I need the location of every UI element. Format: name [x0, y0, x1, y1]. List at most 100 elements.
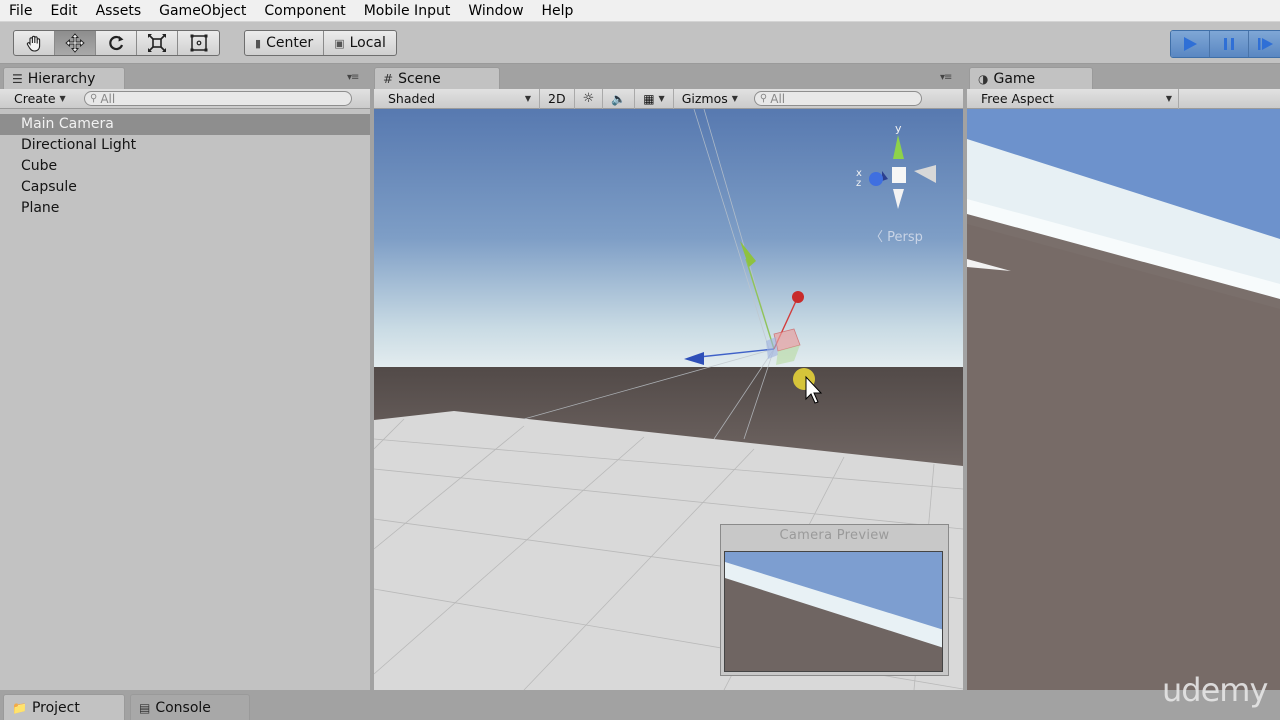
menu-file[interactable]: File — [0, 1, 41, 21]
menu-window[interactable]: Window — [459, 1, 532, 21]
play-icon — [1184, 37, 1197, 51]
dropdown-arrow-icon: ▼ — [1165, 94, 1172, 103]
game-render — [967, 109, 1280, 690]
transform-tools — [13, 30, 220, 56]
menu-bar: File Edit Assets GameObject Component Mo… — [0, 0, 1280, 22]
hierarchy-panel: ☰ Hierarchy ▾≡ Create ▼ ⚲ All Main Camer… — [0, 65, 370, 690]
pivot-center-toggle[interactable]: ▮ Center — [245, 31, 325, 55]
dropdown-arrow-icon: ▼ — [658, 94, 665, 103]
hierarchy-item-directional-light[interactable]: Directional Light — [0, 135, 370, 156]
scene-tab-strip: # Scene ▾≡ — [374, 65, 963, 89]
scene-panel-menu-icon[interactable]: ▾≡ — [940, 72, 952, 83]
step-button[interactable] — [1249, 31, 1280, 57]
udemy-watermark: udemy — [1162, 671, 1268, 709]
console-icon: ▤ — [139, 700, 151, 715]
aspect-label: Free Aspect — [981, 91, 1054, 106]
effects-dropdown[interactable]: ▦ ▼ — [635, 88, 674, 109]
panel-menu-icon[interactable]: ▾≡ — [347, 72, 359, 83]
console-tab-label: Console — [155, 699, 211, 716]
pivot-controls: ▮ Center ▣ Local — [244, 30, 397, 56]
search-icon: ⚲ — [90, 93, 98, 104]
aspect-dropdown[interactable]: Free Aspect ▼ — [967, 88, 1179, 109]
camera-preview-title: Camera Preview — [779, 528, 890, 543]
pause-icon — [1224, 38, 1234, 50]
pivot-local-label: Local — [349, 35, 386, 51]
pivot-center-label: Center — [266, 35, 314, 51]
hierarchy-search-placeholder: All — [100, 91, 116, 106]
scene-search-placeholder: All — [770, 91, 786, 106]
lighting-toggle-button[interactable]: ☼ — [575, 88, 604, 109]
image-effects-icon: ▦ — [643, 91, 655, 106]
create-label: Create — [14, 91, 56, 106]
axis-y-label: y — [895, 122, 902, 135]
game-viewport[interactable] — [967, 109, 1280, 690]
project-tab-label: Project — [31, 699, 80, 716]
axis-z-label: z — [856, 178, 861, 189]
menu-edit[interactable]: Edit — [41, 1, 86, 21]
game-panel: ◑ Game Free Aspect ▼ — [967, 65, 1280, 690]
tab-game[interactable]: ◑ Game — [969, 67, 1093, 89]
tab-hierarchy[interactable]: ☰ Hierarchy — [3, 67, 125, 89]
shading-mode-dropdown[interactable]: Shaded ▼ — [374, 88, 540, 109]
scale-icon — [147, 33, 167, 53]
game-tab-strip: ◑ Game — [967, 65, 1280, 89]
pause-button[interactable] — [1210, 31, 1249, 57]
hierarchy-tab-strip: ☰ Hierarchy ▾≡ — [0, 65, 370, 89]
create-dropdown[interactable]: Create ▼ — [0, 91, 75, 106]
gizmos-dropdown[interactable]: Gizmos ▼ — [674, 89, 746, 109]
audio-toggle-button[interactable]: 🔈 — [603, 88, 636, 109]
menu-component[interactable]: Component — [255, 1, 354, 21]
hierarchy-item-main-camera[interactable]: Main Camera — [0, 114, 370, 135]
scene-grid-icon: # — [383, 71, 394, 86]
gizmos-label: Gizmos — [681, 91, 728, 106]
scene-viewport[interactable]: y x z 〈 Persp Camera Preview — [374, 109, 963, 690]
hand-icon — [26, 35, 41, 52]
scale-tool-button[interactable] — [137, 31, 178, 55]
2d-toggle-button[interactable]: 2D — [540, 88, 575, 109]
hierarchy-tree: Main Camera Directional Light Cube Capsu… — [0, 110, 370, 690]
main-toolbar: ▮ Center ▣ Local — [0, 22, 1280, 64]
hierarchy-item-capsule[interactable]: Capsule — [0, 177, 370, 198]
persp-label[interactable]: 〈 Persp — [870, 230, 923, 245]
menu-assets[interactable]: Assets — [87, 1, 151, 21]
hierarchy-search-input[interactable]: ⚲ All — [84, 91, 352, 106]
hand-tool-button[interactable] — [14, 31, 55, 55]
play-button[interactable] — [1171, 31, 1210, 57]
move-arrows-icon — [65, 33, 85, 53]
hierarchy-list-icon: ☰ — [12, 71, 23, 86]
hierarchy-item-cube[interactable]: Cube — [0, 156, 370, 177]
tab-console[interactable]: ▤ Console — [130, 694, 250, 720]
pivot-center-icon: ▮ — [255, 36, 262, 50]
hierarchy-toolbar: Create ▼ ⚲ All — [0, 89, 370, 109]
bottom-tab-strip: 📁 Project ▤ Console — [0, 690, 1280, 720]
folder-icon: 📁 — [12, 700, 27, 715]
rect-tool-button[interactable] — [178, 31, 219, 55]
dropdown-arrow-icon: ▼ — [731, 94, 738, 103]
hierarchy-item-plane[interactable]: Plane — [0, 198, 370, 219]
scene-panel: # Scene ▾≡ Shaded ▼ 2D ☼ 🔈 ▦ ▼ Gizmos ▼ … — [374, 65, 963, 690]
2d-label: 2D — [548, 91, 566, 106]
tab-scene[interactable]: # Scene — [374, 67, 500, 89]
menu-help[interactable]: Help — [533, 1, 583, 21]
dropdown-arrow-icon: ▼ — [524, 94, 531, 103]
scene-tab-label: Scene — [398, 70, 441, 87]
rotate-tool-button[interactable] — [96, 31, 137, 55]
play-controls — [1170, 30, 1280, 58]
game-pacman-icon: ◑ — [978, 71, 989, 86]
search-icon: ⚲ — [759, 93, 768, 104]
rotate-icon — [109, 35, 124, 51]
splitter-scene-game[interactable] — [963, 65, 967, 690]
menu-mobile-input[interactable]: Mobile Input — [355, 1, 460, 21]
dropdown-arrow-icon: ▼ — [59, 94, 66, 103]
splitter-hierarchy-scene[interactable] — [370, 65, 374, 690]
tab-project[interactable]: 📁 Project — [3, 694, 125, 720]
sun-icon: ☼ — [582, 91, 595, 106]
move-tool-button[interactable] — [55, 31, 96, 55]
rect-transform-icon — [190, 34, 207, 52]
hierarchy-tab-label: Hierarchy — [27, 70, 96, 87]
scene-toolbar: Shaded ▼ 2D ☼ 🔈 ▦ ▼ Gizmos ▼ ⚲ All — [374, 88, 963, 109]
pivot-local-toggle[interactable]: ▣ Local — [324, 31, 396, 55]
scene-search-input[interactable]: ⚲ All — [753, 91, 922, 106]
menu-gameobject[interactable]: GameObject — [150, 1, 255, 21]
camera-preview-image — [724, 551, 943, 672]
